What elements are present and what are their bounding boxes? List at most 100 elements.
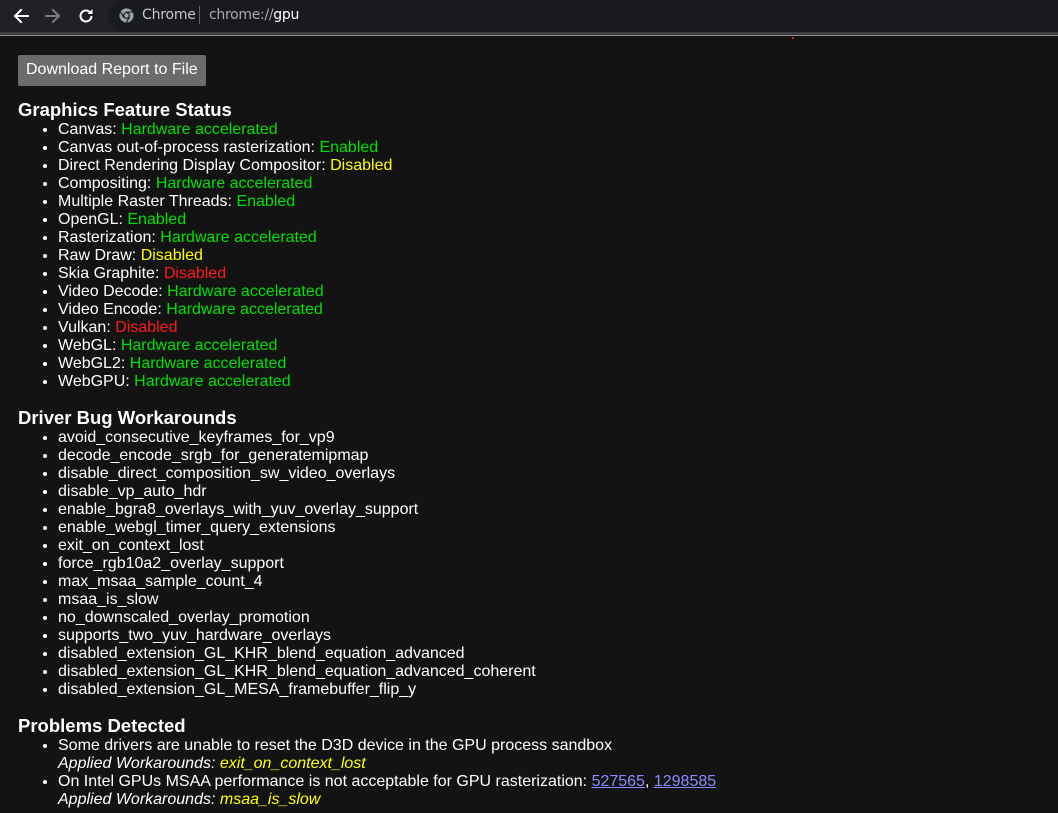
applied-workarounds-value: msaa_is_slow — [219, 791, 321, 808]
feature-status-value: Hardware accelerated — [155, 175, 313, 192]
workaround-item: disabled_extension_GL_KHR_blend_equation… — [58, 663, 1058, 681]
feature-status-value: Disabled — [140, 247, 203, 264]
arrow-left-icon — [13, 8, 29, 24]
reload-icon — [79, 9, 93, 23]
back-button[interactable] — [9, 4, 33, 28]
workaround-item: enable_webgl_timer_query_extensions — [58, 519, 1058, 537]
omnibox-divider — [199, 6, 200, 24]
feature-status-value: Disabled — [115, 319, 178, 336]
section-title: Problems Detected — [18, 715, 186, 736]
forward-button[interactable] — [41, 4, 65, 28]
feature-status-value: Disabled — [163, 265, 227, 282]
applied-workarounds: Applied Workarounds: exit_on_context_los… — [58, 755, 366, 772]
bug-link[interactable]: 1298585 — [654, 773, 716, 790]
address-bar[interactable]: Chrome chrome://gpu — [108, 0, 1058, 32]
url-text[interactable]: chrome://gpu — [209, 7, 299, 23]
feature-status-item: Multiple Raster Threads: Enabled — [58, 193, 1058, 211]
browser-toolbar: Chrome chrome://gpu — [0, 0, 1058, 32]
feature-status-value: Disabled — [330, 157, 393, 174]
feature-name: Skia Graphite: — [58, 265, 164, 282]
feature-status-value: Hardware accelerated — [160, 229, 317, 246]
feature-status-item: Canvas out-of-process rasterization: Ena… — [58, 139, 1058, 157]
workaround-item: exit_on_context_lost — [58, 537, 1058, 555]
link-separator: , — [644, 773, 654, 790]
section-title: Driver Bug Workarounds — [18, 407, 237, 428]
download-report-button[interactable]: Download Report to File — [18, 55, 206, 86]
applied-workarounds-label: Applied Workarounds: — [58, 791, 220, 808]
workaround-item: max_msaa_sample_count_4 — [58, 573, 1058, 591]
feature-name: WebGL2: — [58, 355, 130, 372]
feature-status-value: Enabled — [127, 211, 187, 228]
problems-detected-section: Problems Detected Some drivers are unabl… — [18, 715, 1058, 809]
url-scheme: chrome:// — [209, 7, 274, 23]
url-host: gpu — [273, 7, 300, 23]
feature-name: Rasterization: — [58, 229, 161, 246]
feature-name: Raw Draw: — [58, 247, 141, 264]
workaround-item: disable_direct_composition_sw_video_over… — [58, 465, 1058, 483]
feature-status-item: Skia Graphite: Disabled — [58, 265, 1058, 283]
problem-list: Some drivers are unable to reset the D3D… — [18, 737, 1058, 809]
feature-name: WebGL: — [58, 337, 121, 354]
feature-status-item: WebGL2: Hardware accelerated — [58, 355, 1058, 373]
graphics-feature-status-section: Graphics Feature Status Canvas: Hardware… — [18, 99, 1058, 391]
problem-item: Some drivers are unable to reset the D3D… — [58, 737, 1058, 773]
workaround-item: enable_bgra8_overlays_with_yuv_overlay_s… — [58, 501, 1058, 519]
feature-status-item: Raw Draw: Disabled — [58, 247, 1058, 265]
feature-status-value: Hardware accelerated — [134, 373, 291, 390]
workaround-item: avoid_consecutive_keyframes_for_vp9 — [58, 429, 1058, 447]
feature-status-value: Enabled — [236, 193, 296, 210]
feature-status-item: Direct Rendering Display Compositor: Dis… — [58, 157, 1058, 175]
feature-status-item: Video Decode: Hardware accelerated — [58, 283, 1058, 301]
problem-item: On Intel GPUs MSAA performance is not ac… — [58, 773, 1058, 809]
feature-name: Vulkan: — [58, 319, 116, 336]
bug-link[interactable]: 527565 — [592, 773, 645, 790]
workaround-item: disable_vp_auto_hdr — [58, 483, 1058, 501]
feature-name: Canvas: — [58, 121, 122, 138]
feature-status-value: Enabled — [319, 139, 379, 156]
feature-status-item: WebGL: Hardware accelerated — [58, 337, 1058, 355]
chrome-logo-icon — [119, 8, 134, 23]
toolbar-divider — [0, 35, 1058, 36]
feature-status-item: OpenGL: Enabled — [58, 211, 1058, 229]
workaround-item: supports_two_yuv_hardware_overlays — [58, 627, 1058, 645]
workaround-item: decode_encode_srgb_for_generatemipmap — [58, 447, 1058, 465]
workaround-list: avoid_consecutive_keyframes_for_vp9decod… — [18, 429, 1058, 699]
applied-workarounds-value: exit_on_context_lost — [219, 755, 366, 772]
feature-name: Direct Rendering Display Compositor: — [58, 157, 331, 174]
feature-status-item: Compositing: Hardware accelerated — [58, 175, 1058, 193]
gpu-page-content: Download Report to File Graphics Feature… — [18, 55, 1058, 809]
feature-name: WebGPU: — [58, 373, 135, 390]
section-title: Graphics Feature Status — [18, 99, 232, 120]
problem-description: Some drivers are unable to reset the D3D… — [58, 737, 613, 754]
feature-status-item: Canvas: Hardware accelerated — [58, 121, 1058, 139]
applied-workarounds: Applied Workarounds: msaa_is_slow — [58, 791, 320, 808]
workaround-item: disabled_extension_GL_MESA_framebuffer_f… — [58, 681, 1058, 699]
workaround-item: msaa_is_slow — [58, 591, 1058, 609]
arrow-right-icon — [45, 8, 61, 24]
workaround-item: disabled_extension_GL_KHR_blend_equation… — [58, 645, 1058, 663]
feature-status-list: Canvas: Hardware acceleratedCanvas out-o… — [18, 121, 1058, 391]
workaround-item: no_downscaled_overlay_promotion — [58, 609, 1058, 627]
feature-status-item: Rasterization: Hardware accelerated — [58, 229, 1058, 247]
site-label: Chrome — [142, 7, 196, 23]
feature-status-item: WebGPU: Hardware accelerated — [58, 373, 1058, 391]
driver-bug-workarounds-section: Driver Bug Workarounds avoid_consecutive… — [18, 407, 1058, 699]
loading-indicator — [792, 37, 794, 39]
problem-description: On Intel GPUs MSAA performance is not ac… — [58, 773, 592, 790]
feature-name: OpenGL: — [58, 211, 128, 228]
feature-name: Video Encode: — [58, 301, 167, 318]
feature-status-value: Hardware accelerated — [121, 121, 278, 138]
applied-workarounds-label: Applied Workarounds: — [58, 755, 220, 772]
feature-status-value: Hardware accelerated — [120, 337, 278, 354]
feature-name: Multiple Raster Threads: — [58, 193, 237, 210]
feature-status-value: Hardware accelerated — [129, 355, 287, 372]
feature-status-item: Video Encode: Hardware accelerated — [58, 301, 1058, 319]
feature-status-item: Vulkan: Disabled — [58, 319, 1058, 337]
workaround-item: force_rgb10a2_overlay_support — [58, 555, 1058, 573]
reload-button[interactable] — [74, 4, 98, 28]
feature-name: Video Decode: — [58, 283, 168, 300]
feature-name: Compositing: — [58, 175, 156, 192]
feature-status-value: Hardware accelerated — [167, 283, 324, 300]
feature-name: Canvas out-of-process rasterization: — [58, 139, 320, 156]
feature-status-value: Hardware accelerated — [166, 301, 323, 318]
